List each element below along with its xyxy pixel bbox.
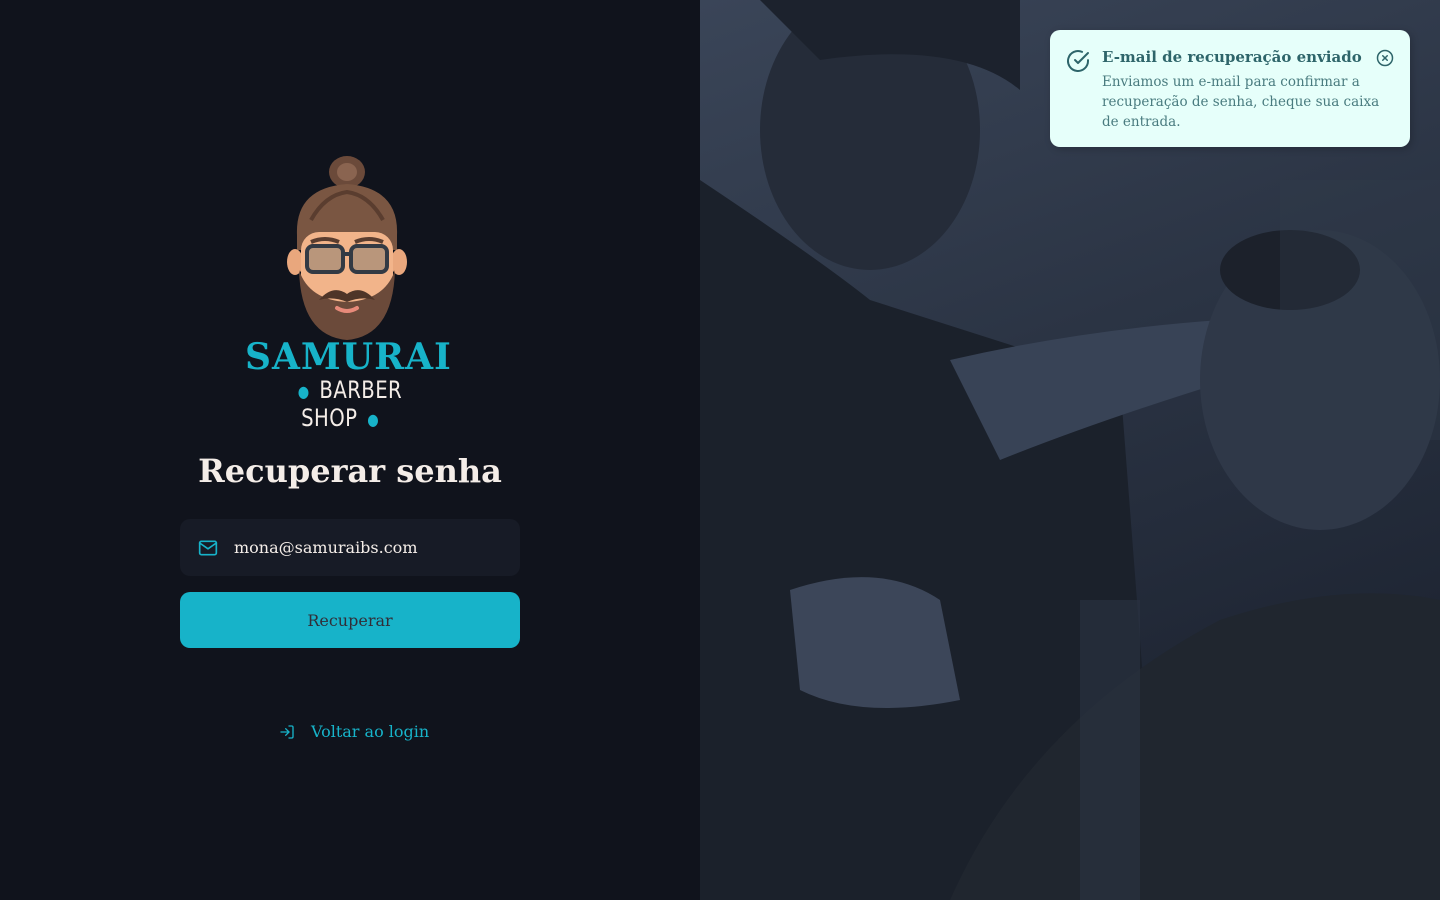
toast-close-button[interactable] — [1376, 49, 1394, 67]
back-link-label: Voltar ao login — [311, 722, 430, 741]
brand-tagline: ● BARBER SHOP ● — [263, 376, 427, 432]
dot-decoration: ● — [367, 409, 380, 429]
toast-description: Enviamos um e-mail para confirmar a recu… — [1102, 74, 1380, 130]
email-field[interactable] — [180, 519, 520, 576]
brand-tagline-text: BARBER SHOP — [301, 376, 403, 432]
log-in-icon — [279, 724, 295, 740]
toast-title: E-mail de recuperação enviado — [1102, 48, 1362, 66]
brand-logo: SAMURAI ● BARBER SHOP ● — [245, 150, 452, 432]
brand-name: SAMURAI — [245, 336, 452, 378]
x-circle-icon — [1376, 49, 1394, 67]
recover-button[interactable]: Recuperar — [180, 592, 520, 648]
success-toast: E-mail de recuperação enviado Enviamos u… — [1050, 30, 1410, 147]
dot-decoration: ● — [297, 381, 310, 401]
check-circle-icon — [1066, 49, 1090, 73]
back-to-login-link[interactable]: Voltar ao login — [279, 722, 429, 741]
mail-icon — [198, 538, 218, 558]
login-panel: SAMURAI ●BARBER SHOP● Recuperar senha Re… — [0, 0, 700, 900]
email-input[interactable] — [234, 538, 494, 557]
page-title: Recuperar senha — [198, 452, 502, 490]
barber-mascot-icon — [287, 156, 407, 340]
